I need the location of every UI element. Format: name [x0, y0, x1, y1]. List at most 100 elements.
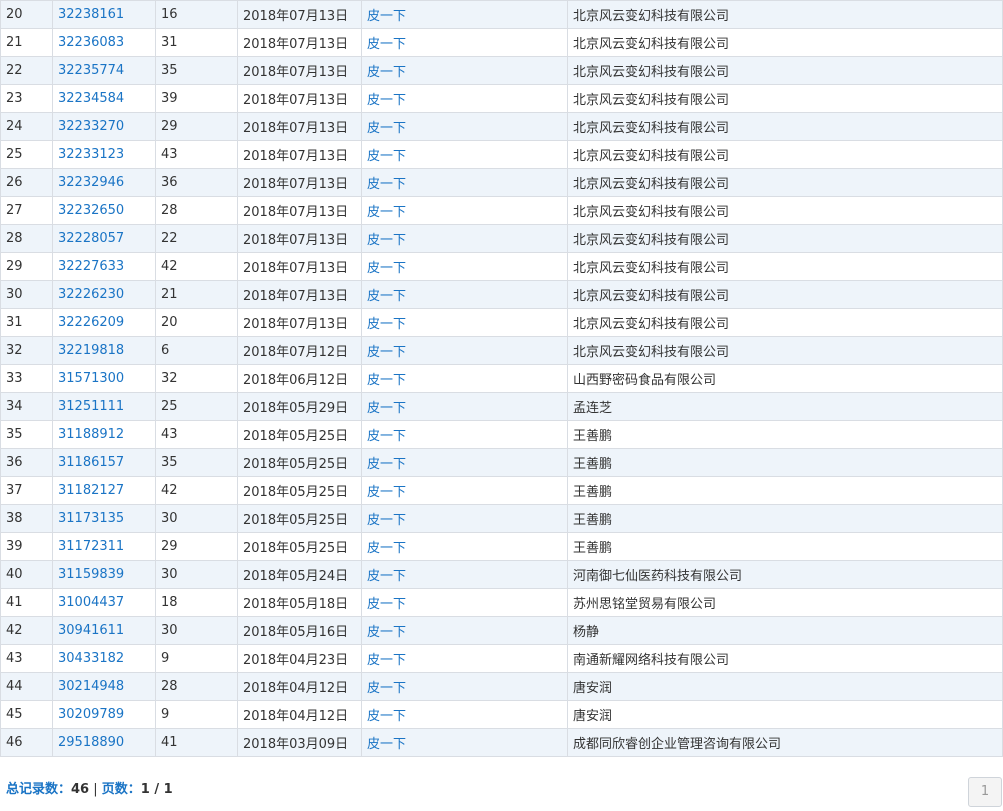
trademark-name-link[interactable]: 皮一下: [367, 9, 406, 24]
applicant-cell: 唐安润: [573, 681, 613, 696]
registration-number-link[interactable]: 32233123: [58, 147, 124, 162]
total-records-value: 46: [71, 782, 90, 797]
applicant-cell: 河南御七仙医药科技有限公司: [567, 560, 1003, 589]
trademark-name-link[interactable]: 皮一下: [367, 37, 406, 52]
class-cell: 35: [155, 56, 238, 85]
row-index-cell: 24: [6, 119, 23, 134]
trademark-name-link[interactable]: 皮一下: [367, 457, 406, 472]
applicant-cell: 北京风云变幻科技有限公司: [567, 308, 1003, 337]
registration-number-link[interactable]: 31004437: [58, 595, 124, 610]
applicant-cell: 北京风云变幻科技有限公司: [573, 9, 730, 24]
trademark-name-link[interactable]: 皮一下: [367, 541, 406, 556]
trademark-name-link[interactable]: 皮一下: [367, 513, 406, 528]
registration-number-link[interactable]: 32226209: [58, 315, 124, 330]
trademark-name-link[interactable]: 皮一下: [367, 429, 406, 444]
row-index-cell: 22: [0, 56, 53, 85]
application-date-cell: 2018年05月25日: [237, 504, 362, 533]
registration-number-link[interactable]: 30941611: [58, 623, 124, 638]
registration-number-link[interactable]: 31251111: [58, 399, 124, 414]
application-date-cell: 2018年07月13日: [237, 56, 362, 85]
class-cell: 35: [155, 448, 238, 477]
trademark-name-link[interactable]: 皮一下: [367, 289, 406, 304]
applicant-cell: 北京风云变幻科技有限公司: [567, 140, 1003, 169]
registration-number-link[interactable]: 32233270: [58, 119, 124, 134]
application-date-cell: 2018年07月13日: [243, 317, 349, 332]
trademark-name-link[interactable]: 皮一下: [367, 93, 406, 108]
table-row: 23 32234584 39 2018年07月13日 皮一下 北京风云变幻科技有限公司: [0, 84, 1003, 113]
registration-number-link[interactable]: 32238161: [58, 7, 124, 22]
trademark-name-link[interactable]: 皮一下: [367, 233, 406, 248]
trademark-name-link[interactable]: 皮一下: [367, 373, 406, 388]
trademark-name-link[interactable]: 皮一下: [367, 597, 406, 612]
registration-number-cell: 30941611: [52, 616, 156, 645]
table-row: 43 30433182 9 2018年04月23日 皮一下 南通新耀网络科技有限公司: [0, 644, 1003, 673]
registration-number-link[interactable]: 31159839: [58, 567, 124, 582]
registration-number-link[interactable]: 31186157: [58, 455, 124, 470]
class-cell: 43: [155, 420, 238, 449]
application-date-cell: 2018年05月25日: [243, 485, 349, 500]
class-cell: 9: [155, 644, 238, 673]
trademark-name-link[interactable]: 皮一下: [367, 653, 406, 668]
registration-number-cell: 29518890: [52, 728, 156, 757]
application-date-cell: 2018年05月24日: [237, 560, 362, 589]
class-cell: 42: [161, 483, 178, 498]
registration-number-link[interactable]: 31188912: [58, 427, 124, 442]
class-cell: 18: [161, 595, 178, 610]
registration-number-link[interactable]: 29518890: [58, 735, 124, 750]
class-cell: 39: [161, 91, 178, 106]
trademark-name-link[interactable]: 皮一下: [367, 345, 406, 360]
trademark-name-cell: 皮一下: [361, 224, 568, 253]
table-row: 41 31004437 18 2018年05月18日 皮一下 苏州思铭堂贸易有限公司: [0, 588, 1003, 617]
trademark-name-link[interactable]: 皮一下: [367, 681, 406, 696]
registration-number-link[interactable]: 30214948: [58, 679, 124, 694]
trademark-name-link[interactable]: 皮一下: [367, 401, 406, 416]
registration-number-link[interactable]: 32228057: [58, 231, 124, 246]
class-cell: 35: [161, 455, 178, 470]
applicant-cell: 唐安润: [567, 700, 1003, 729]
registration-number-link[interactable]: 32236083: [58, 35, 124, 50]
registration-number-cell: 31173135: [52, 504, 156, 533]
registration-number-link[interactable]: 32235774: [58, 63, 124, 78]
summary-separator: |: [89, 782, 102, 797]
applicant-cell: 南通新耀网络科技有限公司: [567, 644, 1003, 673]
trademark-name-link[interactable]: 皮一下: [367, 149, 406, 164]
trademark-name-cell: 皮一下: [361, 280, 568, 309]
trademark-name-link[interactable]: 皮一下: [367, 485, 406, 500]
applicant-cell: 北京风云变幻科技有限公司: [567, 336, 1003, 365]
registration-number-link[interactable]: 31182127: [58, 483, 124, 498]
trademark-name-link[interactable]: 皮一下: [367, 65, 406, 80]
trademark-name-link[interactable]: 皮一下: [367, 205, 406, 220]
trademark-name-cell: 皮一下: [361, 560, 568, 589]
class-cell: 32: [155, 364, 238, 393]
row-index-cell: 27: [0, 196, 53, 225]
trademark-name-link[interactable]: 皮一下: [367, 709, 406, 724]
registration-number-link[interactable]: 31571300: [58, 371, 124, 386]
application-date-cell: 2018年07月13日: [237, 280, 362, 309]
trademark-name-link[interactable]: 皮一下: [367, 317, 406, 332]
trademark-name-link[interactable]: 皮一下: [367, 625, 406, 640]
applicant-cell: 山西野密码食品有限公司: [567, 364, 1003, 393]
registration-number-link[interactable]: 32232650: [58, 203, 124, 218]
class-cell: 30: [155, 616, 238, 645]
registration-number-link[interactable]: 32227633: [58, 259, 124, 274]
registration-number-link[interactable]: 31172311: [58, 539, 124, 554]
trademark-name-link[interactable]: 皮一下: [367, 737, 406, 752]
applicant-cell: 王善鹏: [573, 513, 613, 528]
registration-number-cell: 32238161: [52, 0, 156, 29]
registration-number-link[interactable]: 30209789: [58, 707, 124, 722]
row-index-cell: 32: [6, 343, 23, 358]
page-button-current[interactable]: 1: [968, 777, 1002, 807]
registration-number-link[interactable]: 32232946: [58, 175, 124, 190]
registration-number-link[interactable]: 32226230: [58, 287, 124, 302]
trademark-name-link[interactable]: 皮一下: [367, 261, 406, 276]
registration-number-link[interactable]: 32234584: [58, 91, 124, 106]
class-cell: 35: [161, 63, 178, 78]
application-date-cell: 2018年07月13日: [237, 252, 362, 281]
trademark-name-link[interactable]: 皮一下: [367, 569, 406, 584]
row-index-cell: 29: [0, 252, 53, 281]
trademark-name-link[interactable]: 皮一下: [367, 177, 406, 192]
trademark-name-link[interactable]: 皮一下: [367, 121, 406, 136]
registration-number-link[interactable]: 31173135: [58, 511, 124, 526]
registration-number-link[interactable]: 32219818: [58, 343, 124, 358]
registration-number-link[interactable]: 30433182: [58, 651, 124, 666]
